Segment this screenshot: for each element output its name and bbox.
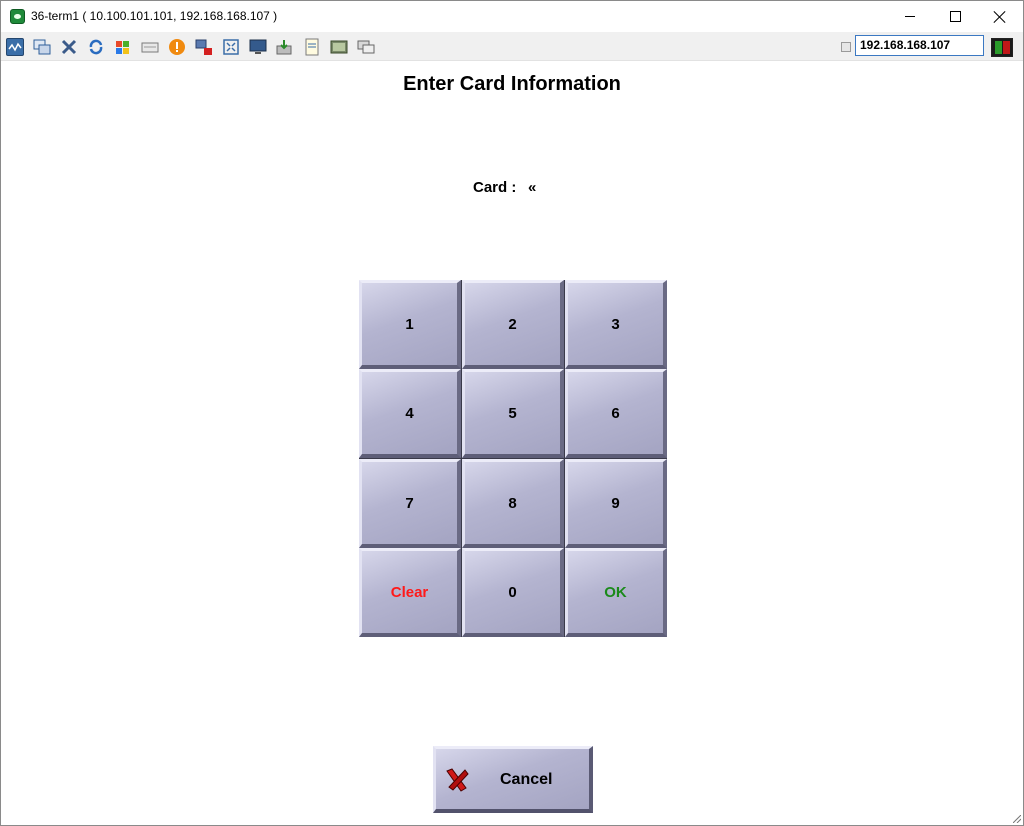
display-icon[interactable] (249, 38, 267, 56)
key-7[interactable]: 7 (359, 459, 461, 548)
tools-icon[interactable] (60, 38, 78, 56)
key-8[interactable]: 8 (462, 459, 564, 548)
windows-icon[interactable] (33, 38, 51, 56)
card-label: Card : (473, 179, 517, 196)
window-title: 36-term1 ( 10.100.101.101, 192.168.168.1… (31, 9, 278, 23)
fullscreen-icon[interactable] (222, 38, 240, 56)
ip-address-field[interactable]: 192.168.168.107 (855, 35, 984, 56)
monitor-icon[interactable] (6, 38, 24, 56)
notes-icon[interactable] (303, 38, 321, 56)
key-4[interactable]: 4 (359, 369, 461, 458)
alert-icon[interactable] (168, 38, 186, 56)
key-2[interactable]: 2 (462, 280, 564, 369)
ok-button[interactable]: OK (565, 548, 667, 637)
resize-grip-icon[interactable] (1013, 815, 1021, 823)
key-5[interactable]: 5 (462, 369, 564, 458)
cancel-label: Cancel (500, 771, 553, 788)
app-window: 36-term1 ( 10.100.101.101, 192.168.168.1… (0, 0, 1024, 826)
key-0[interactable]: 0 (462, 548, 564, 637)
minimize-icon (905, 16, 915, 17)
close-button[interactable] (977, 1, 1023, 32)
clear-button[interactable]: Clear (359, 548, 461, 637)
maximize-button[interactable] (932, 1, 978, 32)
close-icon (994, 11, 1006, 23)
connection-status-icon (991, 38, 1013, 57)
app-eye-icon (10, 9, 25, 24)
key-1[interactable]: 1 (359, 280, 461, 369)
title-bar: 36-term1 ( 10.100.101.101, 192.168.168.1… (1, 1, 1023, 32)
download-icon[interactable] (276, 38, 294, 56)
key-6[interactable]: 6 (565, 369, 667, 458)
keypad: 1 2 3 4 5 6 7 8 9 Clear 0 OK (359, 280, 667, 637)
page-title: Enter Card Information (403, 73, 621, 95)
windows-logo-icon[interactable] (114, 38, 132, 56)
cancel-button[interactable]: Cancel (433, 746, 593, 813)
key-9[interactable]: 9 (565, 459, 667, 548)
toolbar-checkbox[interactable] (841, 42, 851, 52)
screen-icon[interactable] (330, 38, 348, 56)
maximize-icon (949, 11, 961, 22)
cancel-x-icon (446, 768, 469, 792)
keyboard-icon[interactable] (141, 38, 159, 56)
card-value: « (528, 179, 537, 196)
key-3[interactable]: 3 (565, 280, 667, 369)
disconnect-icon[interactable] (195, 38, 213, 56)
minimize-button[interactable] (887, 1, 933, 32)
refresh-icon[interactable] (87, 38, 105, 56)
chat-icon[interactable] (357, 38, 375, 56)
